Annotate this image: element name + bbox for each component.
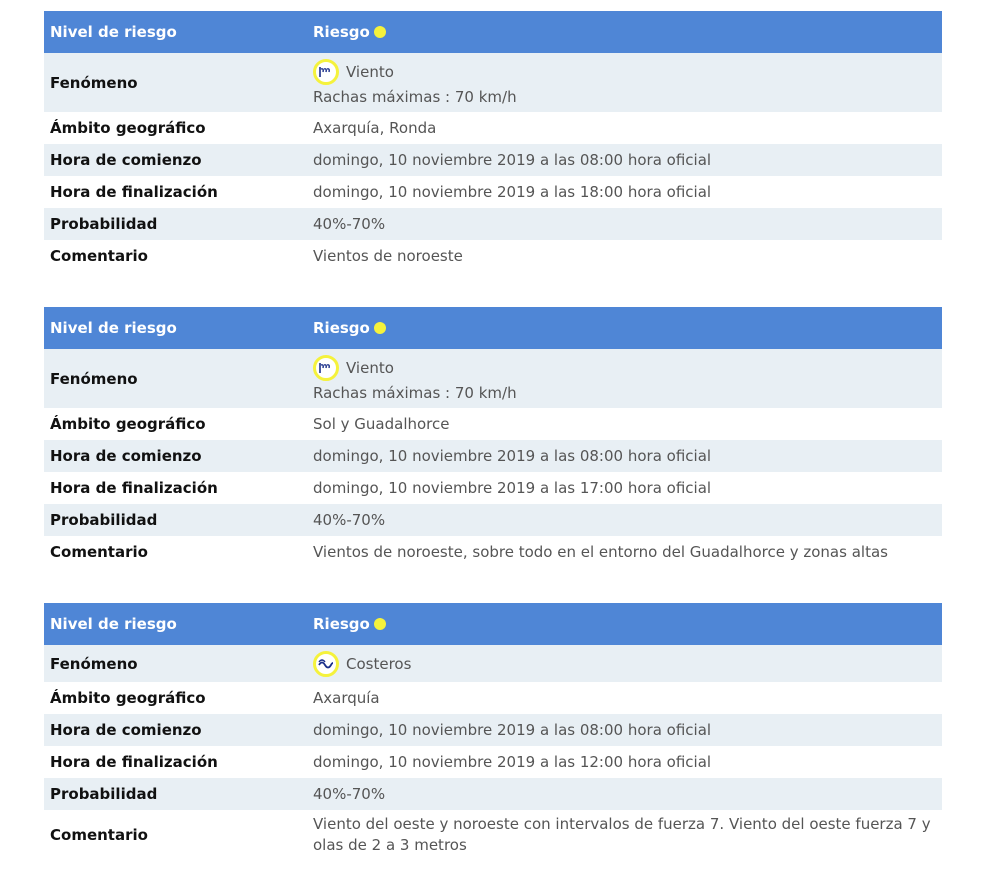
area-row: Ámbito geográfico Sol y Guadalhorce [44, 408, 942, 440]
warning-table-2: Nivel de riesgo Riesgo Fenómeno Viento R… [44, 307, 942, 568]
area-value: Axarquía, Ronda [313, 119, 437, 137]
header-label: Nivel de riesgo [50, 23, 177, 41]
warning-table-3: Nivel de riesgo Riesgo Fenómeno Costeros… [44, 603, 942, 860]
table-header: Nivel de riesgo Riesgo [44, 603, 942, 645]
wind-icon [313, 355, 339, 381]
coastal-waves-icon [313, 650, 339, 677]
comment-value: Vientos de noroeste, sobre todo en el en… [313, 543, 888, 561]
comment-label: Comentario [50, 543, 148, 561]
comment-value: Vientos de noroeste [313, 247, 463, 265]
start-row: Hora de comienzo domingo, 10 noviembre 2… [44, 144, 942, 176]
area-label: Ámbito geográfico [50, 119, 206, 137]
probability-value: 40%-70% [313, 511, 386, 529]
end-label: Hora de finalización [50, 183, 218, 201]
probability-label: Probabilidad [50, 785, 158, 803]
wind-icon [313, 59, 339, 85]
start-label: Hora de comienzo [50, 721, 202, 739]
area-value: Axarquía [313, 689, 380, 707]
probability-label: Probabilidad [50, 215, 158, 233]
area-value: Sol y Guadalhorce [313, 415, 450, 433]
table-header: Nivel de riesgo Riesgo [44, 307, 942, 349]
yellow-risk-dot-icon [373, 618, 386, 630]
phenomenon-name: Viento [346, 63, 394, 81]
phenomenon-name: Costeros [346, 654, 412, 673]
start-label: Hora de comienzo [50, 151, 202, 169]
phenomenon-detail: Rachas máximas : 70 km/h [313, 88, 517, 106]
phenomenon-label: Fenómeno [50, 654, 138, 673]
phenomenon-name: Viento [346, 359, 394, 377]
risk-level-text: Riesgo [313, 319, 370, 337]
start-value: domingo, 10 noviembre 2019 a las 08:00 h… [313, 447, 712, 465]
end-label: Hora de finalización [50, 479, 218, 497]
start-row: Hora de comienzo domingo, 10 noviembre 2… [44, 714, 942, 746]
phenomenon-row: Fenómeno Viento Rachas máximas : 70 km/h [44, 349, 942, 408]
start-label: Hora de comienzo [50, 447, 202, 465]
phenomenon-label: Fenómeno [50, 73, 138, 92]
area-row: Ámbito geográfico Axarquía [44, 682, 942, 714]
area-row: Ámbito geográfico Axarquía, Ronda [44, 112, 942, 144]
comment-row: Comentario Vientos de noroeste [44, 240, 942, 272]
probability-label: Probabilidad [50, 511, 158, 529]
probability-row: Probabilidad 40%-70% [44, 504, 942, 536]
end-label: Hora de finalización [50, 753, 218, 771]
end-row: Hora de finalización domingo, 10 noviemb… [44, 746, 942, 778]
area-label: Ámbito geográfico [50, 689, 206, 707]
end-value: domingo, 10 noviembre 2019 a las 17:00 h… [313, 479, 712, 497]
phenomenon-row: Fenómeno Costeros [44, 645, 942, 682]
end-row: Hora de finalización domingo, 10 noviemb… [44, 176, 942, 208]
probability-value: 40%-70% [313, 215, 386, 233]
end-value: domingo, 10 noviembre 2019 a las 18:00 h… [313, 183, 712, 201]
probability-row: Probabilidad 40%-70% [44, 208, 942, 240]
start-value: domingo, 10 noviembre 2019 a las 08:00 h… [313, 151, 712, 169]
phenomenon-row: Fenómeno Viento Rachas máximas : 70 km/h [44, 53, 942, 112]
risk-level-text: Riesgo [313, 23, 370, 41]
comment-row: Comentario Viento del oeste y noroeste c… [44, 810, 942, 860]
table-header: Nivel de riesgo Riesgo [44, 11, 942, 53]
probability-row: Probabilidad 40%-70% [44, 778, 942, 810]
comment-row: Comentario Vientos de noroeste, sobre to… [44, 536, 942, 568]
risk-level-text: Riesgo [313, 615, 370, 633]
phenomenon-label: Fenómeno [50, 369, 138, 388]
start-row: Hora de comienzo domingo, 10 noviembre 2… [44, 440, 942, 472]
yellow-risk-dot-icon [373, 26, 386, 38]
warning-table-1: Nivel de riesgo Riesgo Fenómeno Viento R… [44, 11, 942, 272]
yellow-risk-dot-icon [373, 322, 386, 334]
phenomenon-detail: Rachas máximas : 70 km/h [313, 384, 517, 402]
comment-label: Comentario [50, 247, 148, 265]
header-label: Nivel de riesgo [50, 615, 177, 633]
header-label: Nivel de riesgo [50, 319, 177, 337]
comment-label: Comentario [50, 826, 148, 844]
end-row: Hora de finalización domingo, 10 noviemb… [44, 472, 942, 504]
comment-value: Viento del oeste y noroeste con interval… [313, 815, 931, 854]
start-value: domingo, 10 noviembre 2019 a las 08:00 h… [313, 721, 712, 739]
end-value: domingo, 10 noviembre 2019 a las 12:00 h… [313, 753, 712, 771]
probability-value: 40%-70% [313, 785, 386, 803]
area-label: Ámbito geográfico [50, 415, 206, 433]
